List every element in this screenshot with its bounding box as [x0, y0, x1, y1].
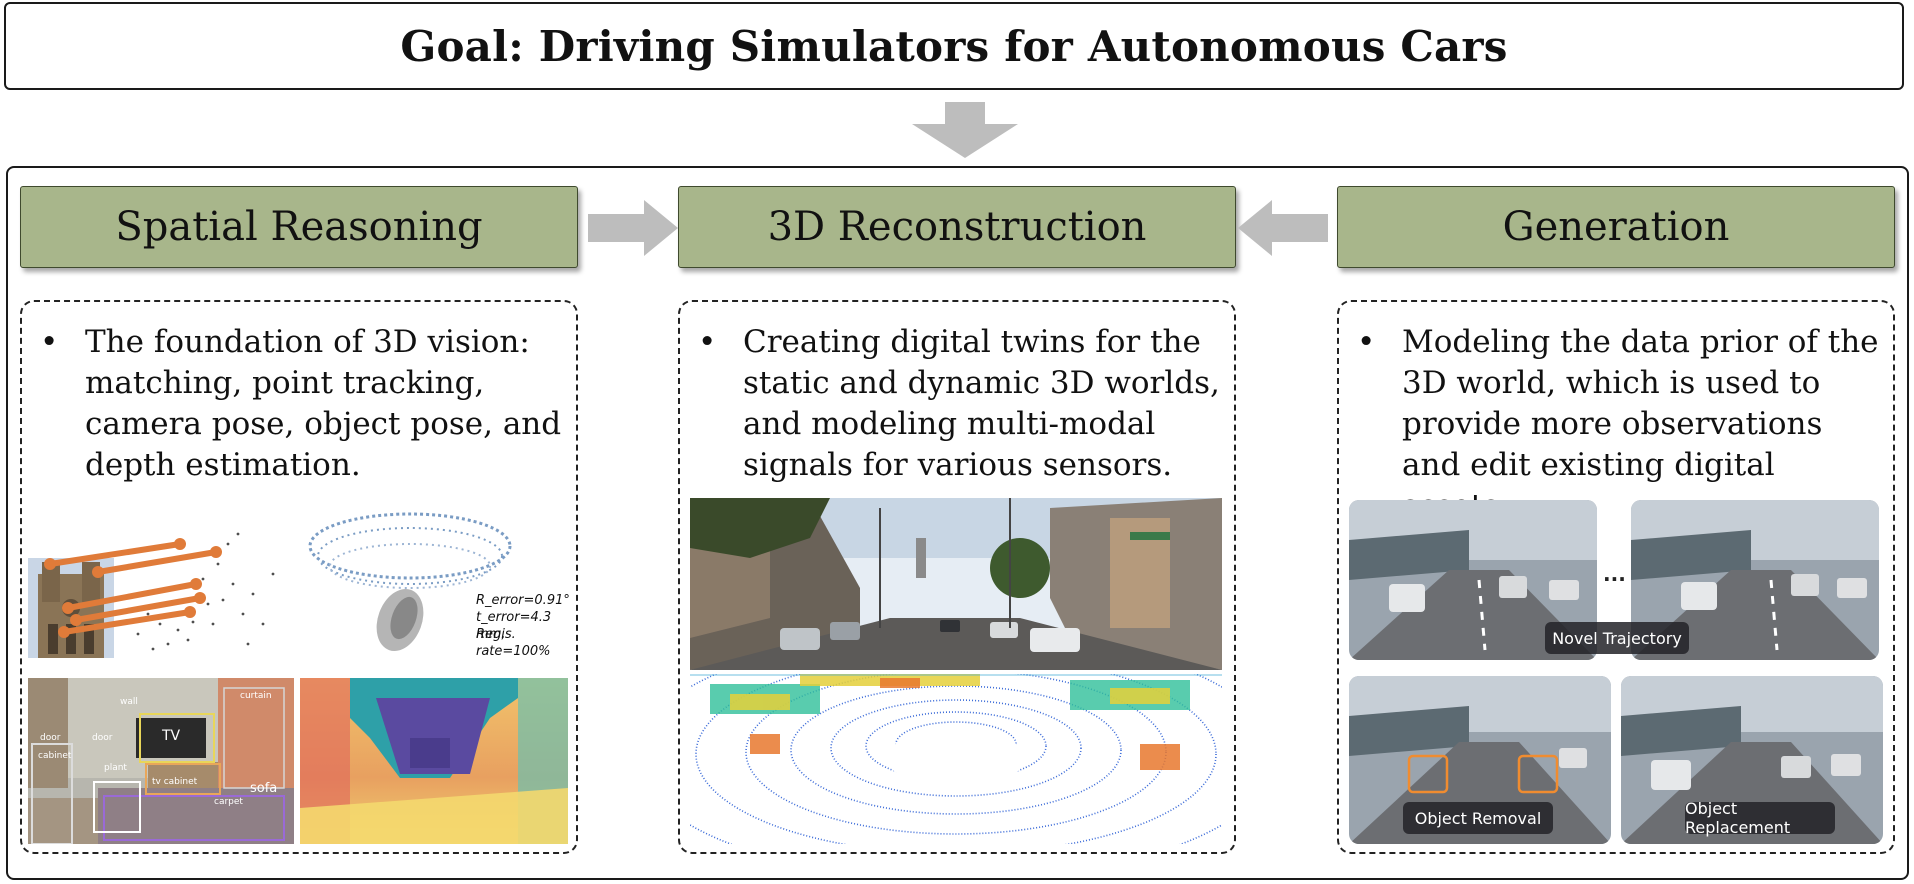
- scene-label: sofa: [250, 781, 277, 796]
- ellipsis-text: ...: [1603, 562, 1626, 586]
- scene-label: plant: [104, 763, 127, 773]
- bullet-body: Modeling the data prior of the 3D world,…: [1402, 324, 1879, 524]
- header-label: Generation: [1502, 204, 1730, 250]
- feature-matching-image: [28, 504, 294, 660]
- bullet-dot: •: [40, 324, 59, 360]
- header-spatial-reasoning: Spatial Reasoning: [20, 186, 578, 268]
- header-label: Spatial Reasoning: [115, 204, 483, 250]
- novel-trajectory-tag: Novel Trajectory: [1545, 622, 1689, 654]
- bullet-body: Creating digital twins for the static an…: [743, 324, 1220, 483]
- header-3d-reconstruction: 3D Reconstruction: [678, 186, 1236, 268]
- scene-label: carpet: [214, 797, 243, 807]
- scene-label: cabinet: [38, 751, 72, 761]
- depth-map-image: [300, 678, 568, 844]
- pose-metric: Regis. rate=100%: [476, 627, 551, 659]
- panel-generation: • Modeling the data prior of the 3D worl…: [1337, 300, 1895, 854]
- indoor-scene-image: door wall curtain TV door plant cabinet …: [28, 678, 294, 844]
- street-camera-image: [690, 498, 1222, 670]
- panel-spatial-reasoning: • The foundation of 3D vision: matching,…: [20, 300, 578, 854]
- scene-label: curtain: [240, 691, 272, 701]
- goal-box: Goal: Driving Simulators for Autonomous …: [4, 2, 1904, 90]
- scene-label: wall: [120, 697, 138, 707]
- lidar-point-cloud-image: [690, 674, 1222, 844]
- bullet-body: The foundation of 3D vision: matching, p…: [85, 324, 562, 483]
- object-removal-tag: Object Removal: [1403, 802, 1553, 834]
- left-arrow-icon: [1238, 200, 1328, 256]
- bullet-text: • Creating digital twins for the static …: [698, 322, 1222, 486]
- scene-label: tv cabinet: [152, 777, 198, 787]
- header-generation: Generation: [1337, 186, 1895, 268]
- scene-label: door: [40, 733, 61, 743]
- goal-title: Goal: Driving Simulators for Autonomous …: [400, 21, 1508, 71]
- bullet-dot: •: [698, 324, 717, 360]
- pose-metric: R_error=0.91°: [476, 593, 570, 608]
- scene-label: door: [92, 733, 113, 743]
- down-arrow-icon: [912, 102, 1018, 158]
- bullet-dot: •: [1357, 324, 1376, 360]
- bullet-text: • The foundation of 3D vision: matching,…: [40, 322, 564, 486]
- header-label: 3D Reconstruction: [767, 204, 1147, 250]
- scene-label: TV: [161, 728, 181, 744]
- object-replacement-tag: Object Replacement: [1685, 799, 1835, 837]
- panel-3d-reconstruction: • Creating digital twins for the static …: [678, 300, 1236, 854]
- bullet-text: • Modeling the data prior of the 3D worl…: [1357, 322, 1881, 527]
- right-arrow-icon: [588, 200, 678, 256]
